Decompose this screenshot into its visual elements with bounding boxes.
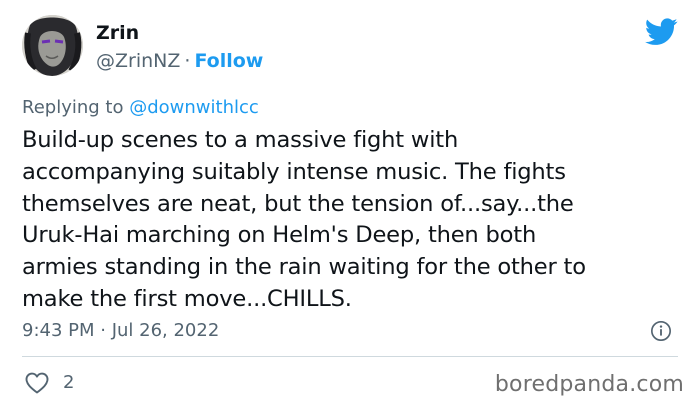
replying-handle-link[interactable]: @downwithlcc bbox=[129, 97, 259, 118]
tweet-text-line: make the first move...CHILLS. bbox=[22, 285, 352, 312]
tweet-text: Build-up scenes to a massive fight with … bbox=[22, 125, 687, 316]
replying-to: Replying to @downwithlcc bbox=[22, 97, 259, 118]
tweet-text-line: themselves are neat, but the tension of.… bbox=[22, 190, 574, 217]
avatar[interactable] bbox=[22, 15, 83, 76]
tweet-card: Zrin @ZrinNZ · Follow Replying to @downwit… bbox=[0, 0, 700, 410]
avatar-image bbox=[22, 15, 83, 76]
twitter-bird-icon[interactable] bbox=[645, 18, 678, 46]
heart-icon[interactable] bbox=[25, 372, 49, 394]
tweet-text-line: Uruk-Hai marching on Helm's Deep, then b… bbox=[22, 222, 537, 249]
watermark: boredpanda.com bbox=[494, 372, 684, 397]
follow-button[interactable]: Follow bbox=[194, 50, 263, 72]
tweet-text-line: accompanying suitably intense music. The… bbox=[22, 158, 566, 185]
tweet-text-line: Build-up scenes to a massive fight with bbox=[22, 127, 459, 153]
separator-dot: · bbox=[184, 50, 191, 72]
author-handle-row: @ZrinNZ · Follow bbox=[96, 50, 263, 72]
tweet-timestamp[interactable]: 9:43 PM · Jul 26, 2022 bbox=[22, 320, 219, 341]
divider bbox=[22, 356, 678, 357]
like-count: 2 bbox=[63, 372, 75, 393]
author-name[interactable]: Zrin bbox=[96, 22, 139, 44]
author-handle[interactable]: @ZrinNZ bbox=[96, 50, 180, 72]
replying-prefix: Replying to bbox=[22, 97, 124, 118]
info-icon[interactable] bbox=[650, 320, 672, 342]
tweet-text-line: armies standing in the rain waiting for … bbox=[22, 254, 586, 281]
